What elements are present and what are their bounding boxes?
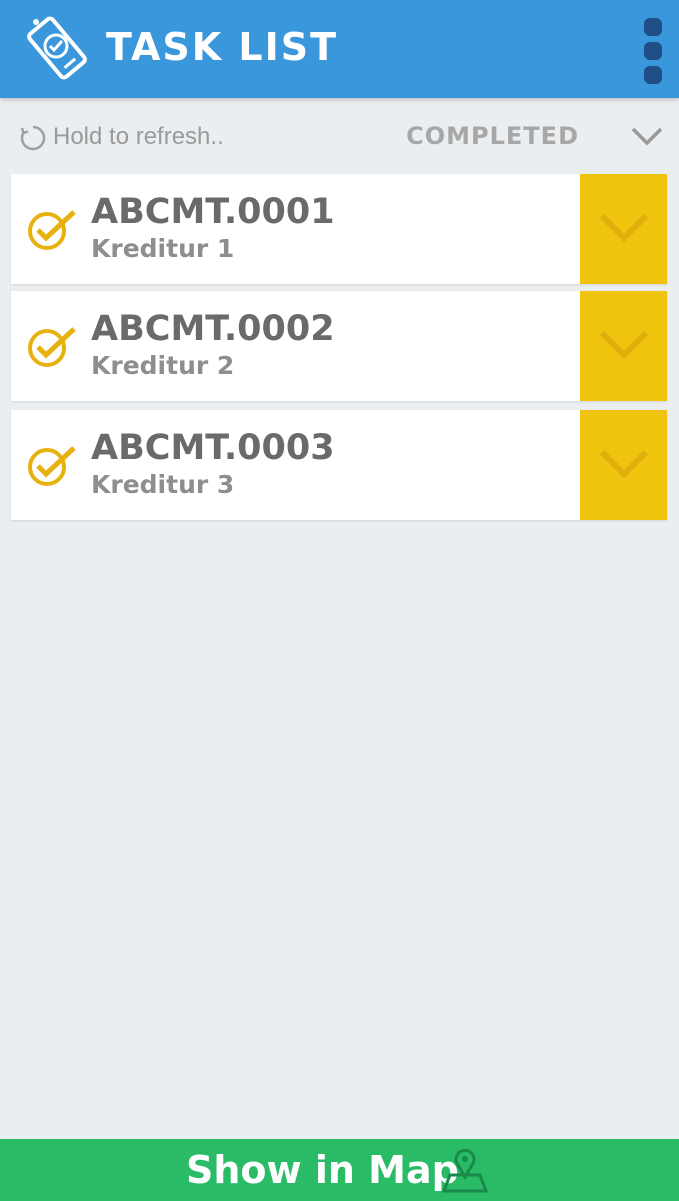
check-icon <box>27 207 77 251</box>
task-code: ABCMT.0003 <box>91 428 335 468</box>
app-bar: TASK LIST <box>0 0 679 98</box>
show-in-map-label: Show in Map <box>186 1148 459 1192</box>
app-title: TASK LIST <box>106 25 339 69</box>
expand-button[interactable] <box>580 410 667 520</box>
check-icon <box>27 443 77 487</box>
refresh-icon[interactable] <box>20 125 46 151</box>
chevron-down-icon[interactable] <box>630 124 664 148</box>
expand-button[interactable] <box>580 174 667 284</box>
check-icon <box>27 324 77 368</box>
refresh-hint[interactable]: Hold to refresh.. <box>53 122 224 152</box>
overflow-menu-icon[interactable] <box>642 18 664 84</box>
chevron-down-icon <box>599 330 649 360</box>
task-list-item[interactable]: ABCMT.0001 Kreditur 1 <box>11 174 667 284</box>
task-creditor: Kreditur 3 <box>91 470 235 499</box>
task-code: ABCMT.0002 <box>91 309 335 349</box>
task-list-item[interactable]: ABCMT.0003 Kreditur 3 <box>11 410 667 520</box>
task-creditor: Kreditur 1 <box>91 234 235 263</box>
status-filter-label[interactable]: COMPLETED <box>406 120 579 152</box>
show-in-map-button[interactable]: Show in Map <box>0 1139 679 1201</box>
map-pin-icon <box>436 1147 494 1195</box>
chevron-down-icon <box>599 213 649 243</box>
task-list-item[interactable]: ABCMT.0002 Kreditur 2 <box>11 291 667 401</box>
task-creditor: Kreditur 2 <box>91 351 235 380</box>
task-code: ABCMT.0001 <box>91 192 335 232</box>
chevron-down-icon <box>599 449 649 479</box>
phone-tag-check-icon <box>22 14 92 82</box>
expand-button[interactable] <box>580 291 667 401</box>
